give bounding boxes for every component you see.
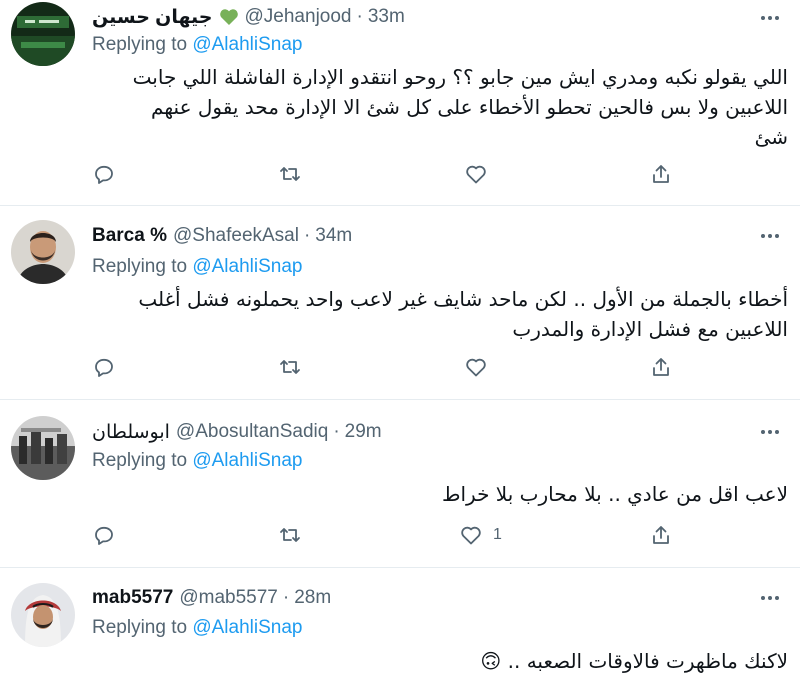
tweet-actions: 1 [92,521,692,549]
reply-button[interactable] [92,160,116,188]
tweet-text-line: لاكنك ماظهرت فالاوقات الصعبه .. 🙃 [480,649,788,673]
like-button[interactable]: 1 [459,521,502,549]
reply-icon [95,526,113,545]
avatar[interactable] [11,583,75,647]
reply-icon [95,165,113,184]
tweet[interactable]: mab5577 @mab5577 · 28m Replying to @Alah… [0,568,800,679]
replying-to: Replying to @AlahliSnap [92,617,302,639]
tweet[interactable]: Barca % @ShafeekAsal · 34m Replying to @… [0,206,800,400]
tweet-header: mab5577 @mab5577 · 28m [92,585,750,611]
replying-prefix: Replying to [92,34,188,55]
retweet-button[interactable] [278,521,302,549]
avatar[interactable] [11,416,75,480]
avatar[interactable] [11,220,75,284]
reply-button[interactable] [92,353,116,381]
share-icon [653,526,669,544]
tweet-text: أخطاء بالجملة من الأول .. لكن ماحد شايف … [92,284,788,344]
tweet[interactable]: جيهان حسين @Jehanjood · 33m Replying to … [0,0,800,206]
heart-icon [466,165,486,184]
replying-to: Replying to @AlahliSnap [92,450,302,472]
display-name[interactable]: Barca % [92,225,167,247]
share-button[interactable] [649,521,673,549]
share-icon [653,358,669,376]
tweet-header: جيهان حسين @Jehanjood · 33m [92,4,750,30]
replying-mention-link[interactable]: @AlahliSnap [192,34,302,55]
replying-prefix: Replying to [92,450,188,471]
tweet-text-line: شئ [754,125,788,149]
retweet-button[interactable] [278,160,302,188]
share-button[interactable] [649,353,673,381]
timestamp[interactable]: 33m [368,6,405,28]
retweet-icon [280,167,300,181]
display-name[interactable]: جيهان حسين [92,6,213,29]
separator-dot: · [282,587,290,608]
tweet-text-line: اللاعبين ولا بس فالحين تحطو الأخطاء على … [151,95,788,119]
tweet-text: لاكنك ماظهرت فالاوقات الصعبه .. 🙃 [92,646,788,676]
tweet-header: Barca % @ShafeekAsal · 34m [92,223,750,249]
user-handle[interactable]: @mab5577 [179,587,278,609]
more-options-icon[interactable] [757,226,783,246]
tweet-text-line: اللي يقولو نكبه ومدري ايش مين جابو ؟؟ رو… [132,65,788,89]
share-icon [653,165,669,183]
separator-dot: · [356,6,363,27]
reply-icon [95,358,113,377]
user-handle[interactable]: @Jehanjood [245,6,352,28]
more-options-icon[interactable] [757,8,783,28]
replying-prefix: Replying to [92,617,188,638]
tweet-text-line: اللاعبين مع فشل الإدارة والمدرب [512,317,788,341]
more-options-icon[interactable] [757,422,783,442]
like-button[interactable] [464,160,498,188]
display-name[interactable]: ابوسلطان [92,421,170,444]
replying-prefix: Replying to [92,256,188,277]
tweet-text: لاعب اقل من عادي .. بلا محارب بلا خراط [92,479,788,509]
separator-dot: · [333,421,340,442]
user-handle[interactable]: @ShafeekAsal [173,225,299,247]
replying-to: Replying to @AlahliSnap [92,256,302,278]
tweet-text-line: لاعب اقل من عادي .. بلا محارب بلا خراط [442,482,788,506]
replying-mention-link[interactable]: @AlahliSnap [192,256,302,277]
user-handle[interactable]: @AbosultanSadiq [176,421,328,443]
replying-mention-link[interactable]: @AlahliSnap [192,450,302,471]
timestamp[interactable]: 28m [294,587,331,609]
separator-dot: · [303,225,311,246]
timestamp[interactable]: 29m [345,421,382,443]
tweet-actions [92,160,692,188]
more-options-icon[interactable] [757,588,783,608]
heart-icon [461,526,481,545]
like-button[interactable] [464,353,498,381]
avatar[interactable] [11,2,75,66]
retweet-icon [280,528,300,542]
retweet-button[interactable] [278,353,302,381]
reply-button[interactable] [92,521,116,549]
tweet-actions [92,353,692,381]
replying-to: Replying to @AlahliSnap [92,34,302,56]
replying-mention-link[interactable]: @AlahliSnap [192,617,302,638]
tweet-text: اللي يقولو نكبه ومدري ايش مين جابو ؟؟ رو… [92,62,788,152]
tweet-text-line: أخطاء بالجملة من الأول .. لكن ماحد شايف … [138,287,788,311]
heart-icon [466,358,486,377]
tweet[interactable]: ابوسلطان @AbosultanSadiq · 29m Replying … [0,400,800,568]
share-button[interactable] [649,160,673,188]
green-heart-icon [219,7,239,27]
display-name[interactable]: mab5577 [92,587,173,609]
tweet-header: ابوسلطان @AbosultanSadiq · 29m [92,419,750,445]
retweet-icon [280,360,300,374]
like-count: 1 [493,526,502,543]
timestamp[interactable]: 34m [315,225,352,247]
